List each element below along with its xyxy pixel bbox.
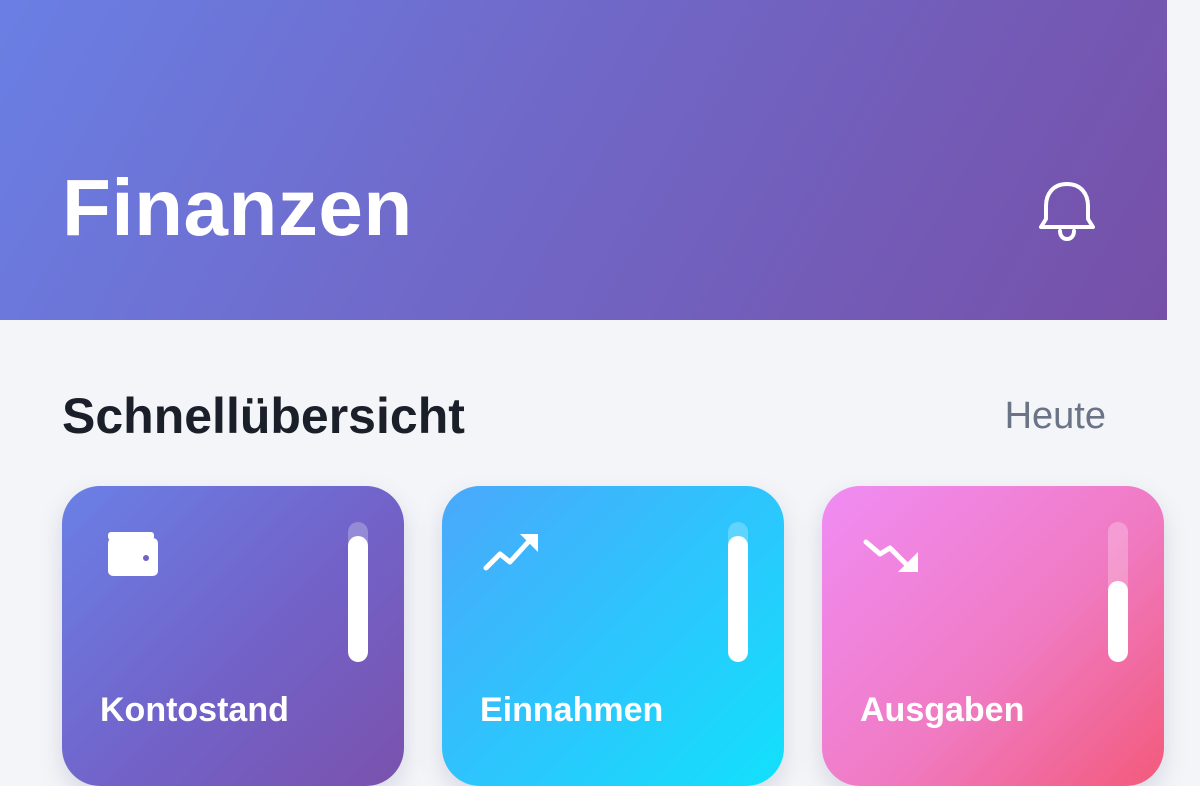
bell-icon[interactable] (1032, 175, 1102, 245)
wallet-icon (108, 532, 158, 576)
card-einnahmen[interactable]: Einnahmen (442, 486, 784, 786)
card-kontostand[interactable]: Kontostand (62, 486, 404, 786)
trending-down-icon (863, 539, 918, 572)
level-bar-fill (1108, 580, 1128, 662)
level-bar (728, 522, 748, 662)
card-label: Ausgaben (860, 691, 1025, 729)
level-bar (1108, 522, 1128, 662)
app-header: Finanzen (0, 0, 1167, 320)
page-title: Finanzen (62, 163, 413, 252)
scrollbar-area (1167, 0, 1200, 750)
level-bar-fill (728, 536, 748, 662)
level-bar-fill (348, 536, 368, 662)
level-bar (348, 522, 368, 662)
section-title: Schnellübersicht (62, 388, 465, 444)
card-ausgaben[interactable]: Ausgaben (822, 486, 1164, 786)
period-filter-button[interactable]: Heute (990, 392, 1106, 440)
card-label: Einnahmen (480, 691, 664, 729)
card-label: Kontostand (100, 691, 289, 729)
trending-up-icon (483, 534, 538, 571)
